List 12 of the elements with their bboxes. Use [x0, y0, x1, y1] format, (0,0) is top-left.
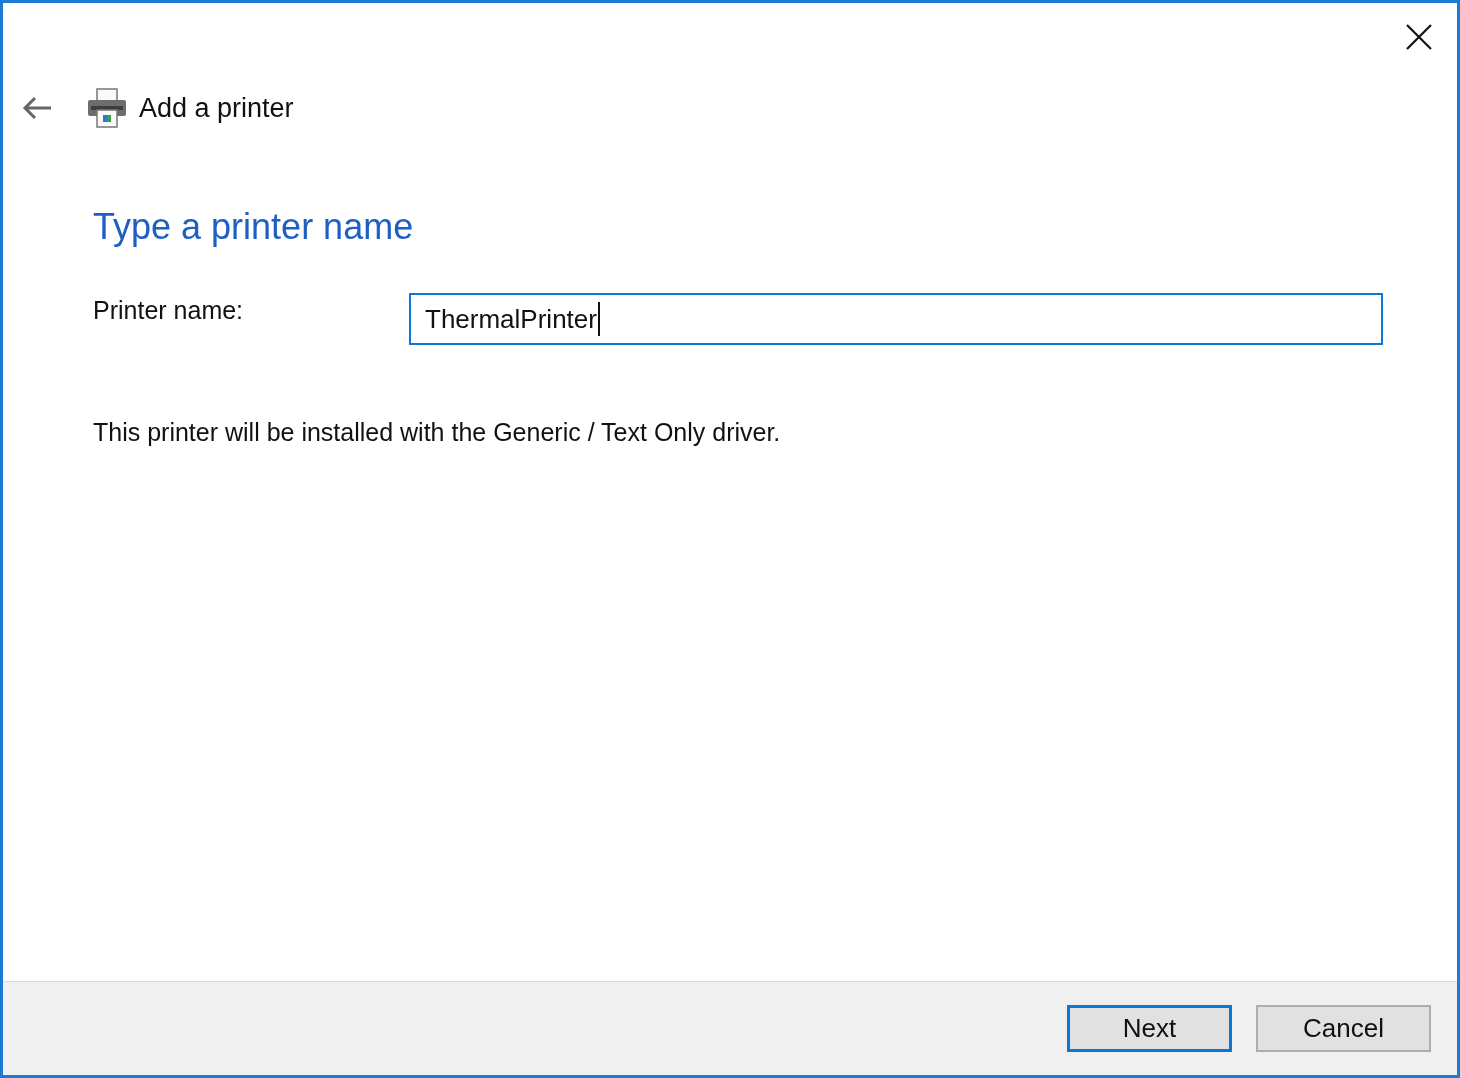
text-cursor-icon [597, 302, 600, 336]
printer-name-field[interactable]: ThermalPrinter [409, 293, 1383, 345]
back-button[interactable] [22, 96, 52, 120]
page-heading: Type a printer name [93, 205, 415, 249]
back-arrow-icon [22, 96, 52, 120]
next-button[interactable]: Next [1067, 1005, 1232, 1052]
field-label: Printer name: [93, 295, 245, 326]
driver-info-text: This printer will be installed with the Generic / Text Only driver. [93, 417, 782, 448]
cancel-button[interactable]: Cancel [1256, 1005, 1431, 1052]
window-title: Add a printer [139, 92, 294, 124]
printer-icon [87, 88, 127, 128]
close-icon [1406, 24, 1432, 50]
